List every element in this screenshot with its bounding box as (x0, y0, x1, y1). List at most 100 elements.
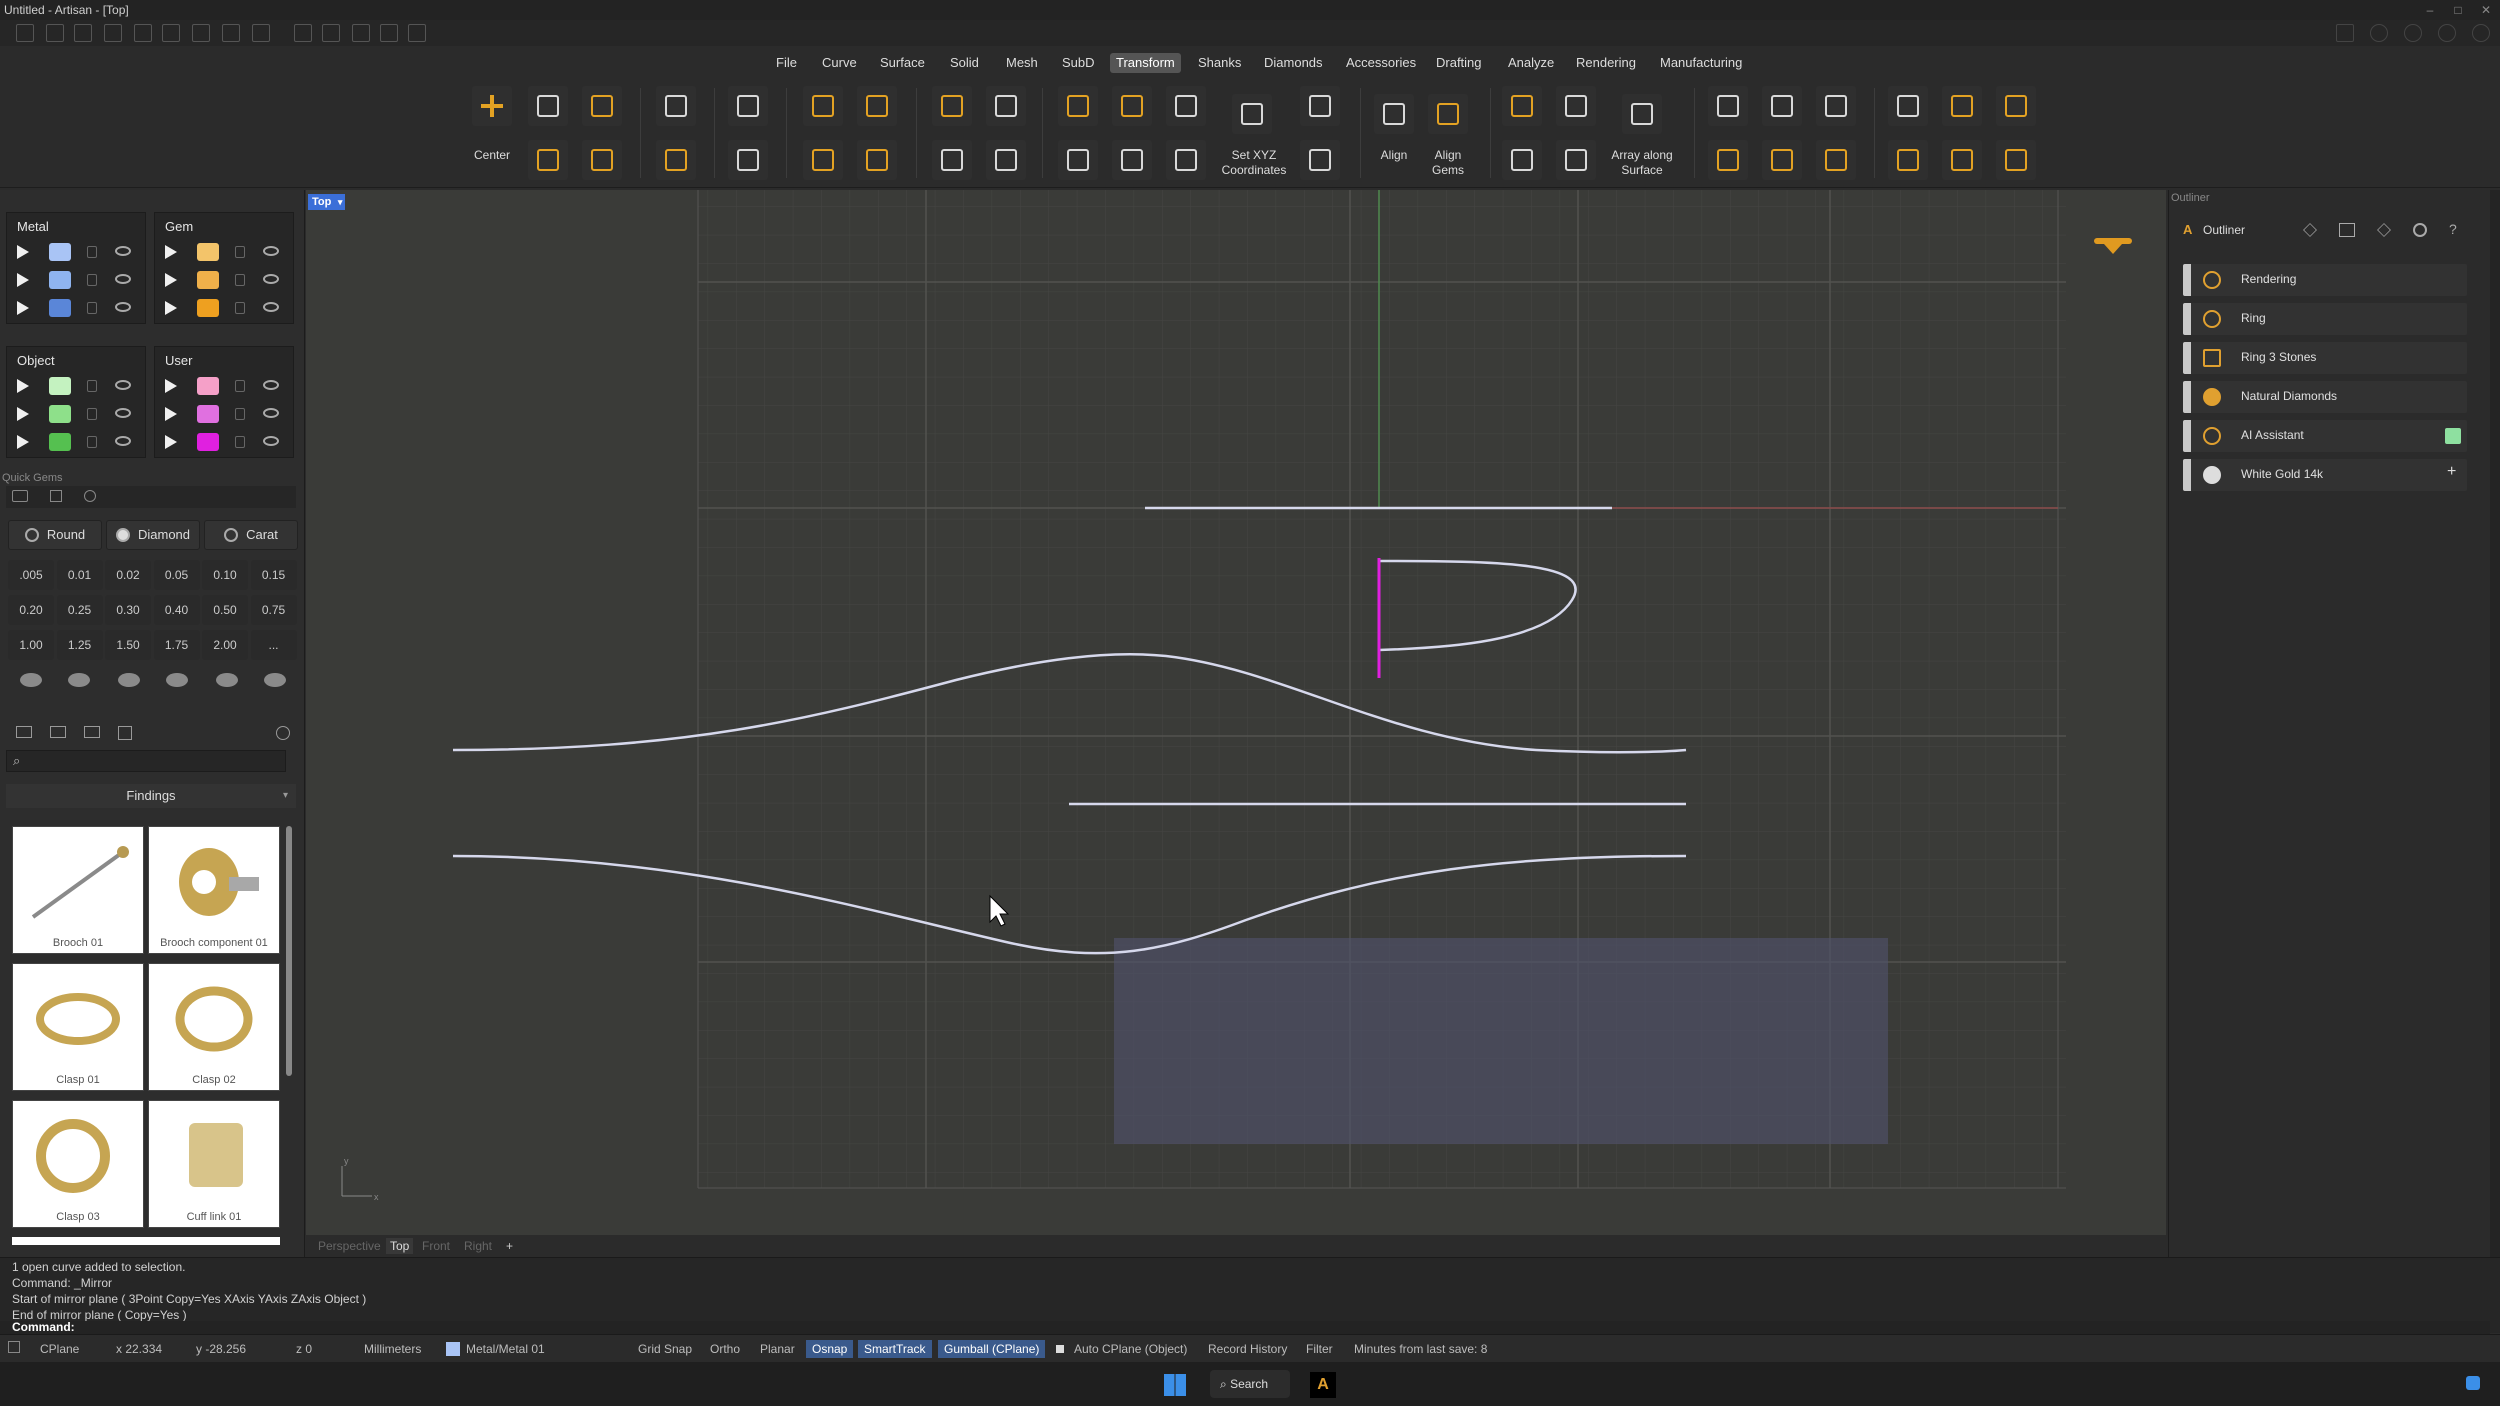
array-button[interactable] (1502, 86, 1542, 126)
info-icon[interactable] (2370, 24, 2388, 42)
array-grid-button[interactable] (1502, 140, 1542, 180)
cplane-icon[interactable] (380, 24, 398, 42)
set-xyz-button[interactable] (1232, 94, 1272, 134)
menu-transform[interactable]: Transform (1110, 53, 1181, 73)
carat-size-button[interactable]: 1.00 (8, 630, 54, 660)
layout-icon[interactable] (2336, 24, 2354, 42)
new-file-icon[interactable] (16, 24, 34, 42)
redo-icon[interactable] (162, 24, 180, 42)
eye-icon[interactable] (115, 408, 131, 418)
lock-icon[interactable] (235, 274, 245, 286)
import-icon[interactable] (252, 24, 270, 42)
status-layer[interactable]: Metal/Metal 01 (466, 1340, 545, 1358)
library-category-dropdown[interactable]: Findings ▾ (6, 784, 296, 808)
menu-drafting[interactable]: Drafting (1430, 53, 1488, 73)
carat-size-button[interactable]: 0.01 (56, 560, 103, 590)
eye-icon[interactable] (263, 246, 279, 256)
gem-settings-icon[interactable] (84, 490, 96, 502)
viewport-label[interactable]: Top ▾ (308, 194, 346, 210)
carat-size-button[interactable]: 0.20 (8, 595, 54, 625)
menu-solid[interactable]: Solid (944, 53, 985, 73)
layer-color-swatch[interactable] (197, 433, 219, 451)
stone-princess-button[interactable] (108, 668, 148, 694)
outliner-item-ai-assistant[interactable]: AI Assistant (2183, 420, 2467, 452)
orient-button[interactable] (932, 140, 972, 180)
eye-icon[interactable] (263, 436, 279, 446)
play-icon[interactable] (17, 245, 29, 259)
eye-icon[interactable] (263, 302, 279, 312)
library-item[interactable]: Cuff link 01 (148, 1100, 280, 1228)
carat-size-button[interactable]: 0.02 (105, 560, 151, 590)
play-icon[interactable] (165, 435, 177, 449)
ai-status-badge[interactable] (2445, 428, 2461, 444)
save-icon[interactable] (192, 24, 210, 42)
outliner-item-natural-diamonds[interactable]: Natural Diamonds (2183, 381, 2467, 413)
menu-shanks[interactable]: Shanks (1192, 53, 1247, 73)
gem-layer-row[interactable] (155, 239, 295, 265)
sporph-button[interactable] (1996, 140, 2036, 180)
layer-color-swatch[interactable] (197, 271, 219, 289)
gems-curve-button[interactable] (1708, 86, 1748, 126)
library-item[interactable]: Brooch component 01 (148, 826, 280, 954)
outliner-tab[interactable]: Outliner (2203, 223, 2245, 237)
tab-perspective[interactable]: Perspective (314, 1238, 385, 1254)
globe-icon[interactable] (2404, 24, 2422, 42)
menu-analyze[interactable]: Analyze (1502, 53, 1560, 73)
notification-icon[interactable] (2466, 1376, 2480, 1390)
eye-icon[interactable] (263, 408, 279, 418)
scale-icon[interactable] (2339, 223, 2355, 237)
pull-button[interactable] (1300, 140, 1340, 180)
eye-icon[interactable] (115, 274, 131, 284)
center-button[interactable] (472, 86, 512, 126)
lock-icon[interactable] (235, 380, 245, 392)
folder-icon[interactable] (16, 726, 32, 738)
soft-edit-button[interactable] (1996, 86, 2036, 126)
pencil-icon[interactable] (2303, 223, 2317, 237)
settings-icon[interactable] (2472, 24, 2490, 42)
carat-size-button[interactable]: 0.75 (250, 595, 297, 625)
stone-pear-button[interactable] (254, 668, 294, 694)
play-icon[interactable] (165, 407, 177, 421)
help-icon[interactable] (2438, 24, 2456, 42)
twist-button[interactable] (1166, 86, 1206, 126)
layer-color-swatch[interactable] (49, 299, 71, 317)
gem-unit-button[interactable]: Carat (204, 520, 298, 550)
save-as-icon[interactable] (222, 24, 240, 42)
play-icon[interactable] (165, 273, 177, 287)
menu-file[interactable]: File (770, 53, 803, 73)
carat-size-button[interactable]: 0.10 (202, 560, 248, 590)
play-icon[interactable] (17, 407, 29, 421)
stone-cushion-button[interactable] (156, 668, 196, 694)
stretch-button[interactable] (1166, 140, 1206, 180)
library-scrollbar[interactable] (286, 826, 292, 1076)
outliner-item-rendering[interactable]: Rendering (2183, 264, 2467, 296)
eye-icon[interactable] (115, 436, 131, 446)
object-layer-row[interactable] (7, 401, 147, 427)
play-icon[interactable] (17, 301, 29, 315)
menu-accessories[interactable]: Accessories (1340, 53, 1422, 73)
cage-button[interactable] (1888, 86, 1928, 126)
lock-icon[interactable] (235, 246, 245, 258)
maximize-button[interactable]: □ (2446, 0, 2470, 20)
layer-color-swatch[interactable] (49, 433, 71, 451)
panel-toggle-icon[interactable] (8, 1341, 20, 1353)
close-button[interactable]: ✕ (2474, 0, 2498, 20)
minimize-button[interactable]: – (2418, 0, 2442, 20)
carat-size-button[interactable]: 0.30 (105, 595, 151, 625)
gems-surface-button[interactable] (1762, 86, 1802, 126)
rotate-button[interactable] (728, 86, 768, 126)
gem-shape-button[interactable]: Round (8, 520, 102, 550)
carat-size-button[interactable]: 1.75 (153, 630, 200, 660)
tab-top[interactable]: Top (386, 1238, 414, 1254)
gem-edit-icon[interactable] (50, 490, 62, 502)
stone-round-button[interactable] (10, 668, 50, 694)
smarttrack-toggle[interactable]: SmartTrack (858, 1340, 932, 1358)
move-button[interactable] (528, 86, 568, 126)
new-template-icon[interactable] (46, 24, 64, 42)
outliner-item-white-gold-14k[interactable]: White Gold 14k + (2183, 459, 2467, 491)
carat-size-button[interactable]: 0.15 (250, 560, 297, 590)
status-cplane[interactable]: CPlane (40, 1340, 79, 1358)
library-item[interactable]: Clasp 03 (12, 1100, 144, 1228)
carat-size-button[interactable]: 0.50 (202, 595, 248, 625)
metal-layer-row[interactable] (7, 267, 147, 293)
